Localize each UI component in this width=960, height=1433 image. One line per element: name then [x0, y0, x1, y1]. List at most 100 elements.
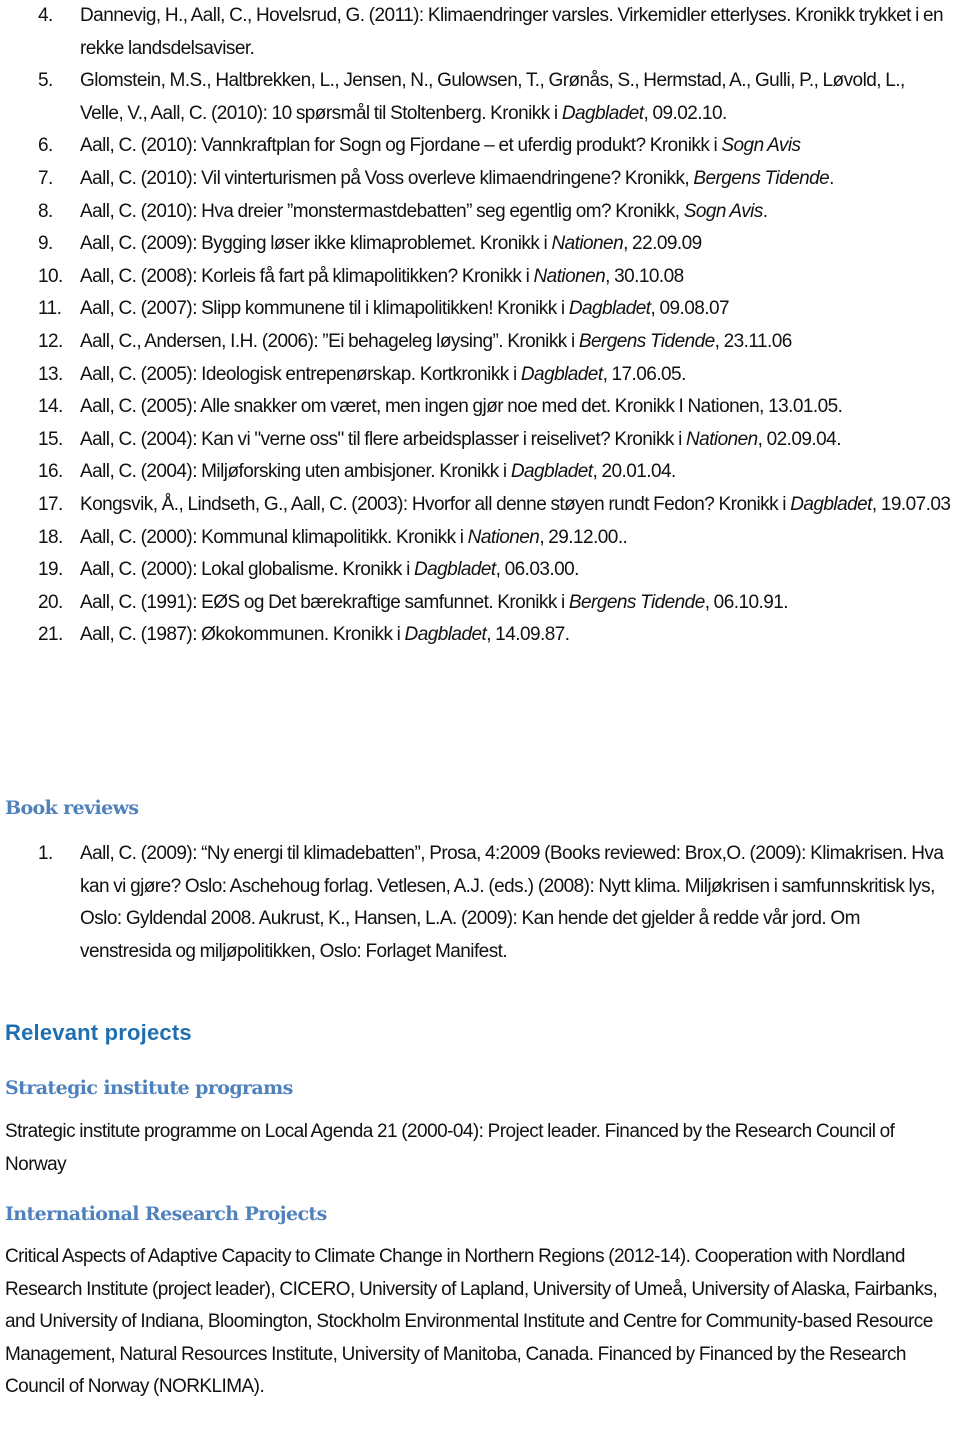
- list-item: 19. Aall, C. (2000): Lokal globalisme. Kr…: [0, 554, 960, 587]
- citation-text: , 30.10.08: [605, 265, 684, 287]
- list-item-text: Aall, C., Andersen, I.H. (2006): ”Ei beh…: [80, 331, 792, 352]
- list-item-text: Aall, C. (2009): Bygging løser ikke klim…: [80, 233, 702, 254]
- list-item-number: 18.: [38, 526, 63, 548]
- list-item-text: Aall, C. (2005): Alle snakker om været, …: [80, 396, 843, 418]
- list-item-text: Aall, C. (2009): “Ny energi til klimadeb…: [80, 843, 944, 962]
- chronicle-list: 4. Dannevig, H., Aall, C., Hovelsrud, G. …: [0, 0, 960, 652]
- list-item-text: Aall, C. (1987): Økokommunen. Kronikk i …: [80, 624, 570, 646]
- list-item-text: Aall, C. (2008): Korleis få fart på klim…: [80, 266, 684, 287]
- relevant-projects-heading: Relevant projects: [5, 1020, 192, 1045]
- list-item: 10. Aall, C. (2008): Korleis få fart på k…: [0, 261, 960, 294]
- list-item-number: 12.: [38, 330, 63, 352]
- citation-text: Aall, C. (2005): Ideologisk entrepenørsk…: [80, 363, 521, 385]
- citation-text: Aall, C. (2000): Lokal globalisme. Kroni…: [80, 559, 414, 581]
- citation-text: .: [829, 167, 834, 189]
- list-item-number: 1.: [38, 843, 53, 864]
- publication-name: Dagbladet: [790, 493, 872, 515]
- citation-text: Aall, C. (2000): Kommunal klimapolitikk.…: [80, 526, 468, 548]
- citation-text: Aall, C. (1991): EØS og Det bærekraftige…: [80, 591, 569, 613]
- citation-text: Glomstein, M.S., Haltbrekken, L., Jensen…: [80, 70, 905, 124]
- publication-name: Dagbladet: [568, 298, 651, 320]
- list-item-text: Kongsvik, Å., Lindseth, G., Aall, C. (20…: [80, 493, 951, 515]
- book-review-list: 1. Aall, C. (2009): “Ny energi til klimad…: [0, 838, 960, 968]
- list-item: 6. Aall, C. (2010): Vannkraftplan for Sog…: [0, 130, 960, 163]
- citation-text: Aall, C. (1987): Økokommunen. Kronikk i: [80, 624, 405, 646]
- citation-text: , 19.07.03: [871, 493, 951, 515]
- citation-text: Aall, C. (2010): Vannkraftplan for Sogn …: [80, 135, 722, 157]
- list-item-text: Dannevig, H., Aall, C., Hovelsrud, G. (2…: [80, 5, 944, 59]
- list-item-text: Aall, C. (2010): Vil vinterturismen på V…: [80, 168, 834, 189]
- list-item: 15. Aall, C. (2004): Kan vi "verne oss" t…: [0, 424, 960, 457]
- list-item-text: Aall, C. (2005): Ideologisk entrepenørsk…: [80, 364, 686, 385]
- list-item-number: 5.: [38, 70, 53, 92]
- list-item-number: 9.: [38, 233, 53, 255]
- list-item-number: 13.: [38, 363, 63, 385]
- publication-name: Dagbladet: [520, 363, 603, 385]
- publication-name: Sogn Avis: [683, 200, 764, 222]
- list-item: 1. Aall, C. (2009): “Ny energi til klimad…: [0, 838, 960, 968]
- citation-text: Aall, C., Andersen, I.H. (2006): ”Ei beh…: [80, 330, 579, 352]
- citation-text: , 06.10.91.: [704, 591, 789, 613]
- citation-text: , 02.09.04.: [757, 428, 842, 450]
- book-reviews-heading: Book reviews: [5, 797, 139, 819]
- publication-name: Dagbladet: [404, 624, 487, 646]
- citation-text: , 09.02.10.: [643, 102, 728, 124]
- list-item-text: Aall, C. (2000): Lokal globalisme. Kroni…: [80, 559, 579, 580]
- citation-text: , 14.09.87.: [486, 624, 570, 646]
- list-item-number: 21.: [38, 624, 63, 646]
- list-item-number: 20.: [38, 591, 63, 613]
- publication-name: Dagbladet: [510, 461, 593, 483]
- list-item: 14. Aall, C. (2005): Alle snakker om være…: [0, 391, 960, 424]
- citation-text: Aall, C. (2010): Vil vinterturismen på V…: [80, 167, 694, 189]
- citation-text: , 09.08.07: [650, 298, 730, 320]
- list-item-number: 8.: [38, 200, 53, 222]
- list-item-number: 11.: [38, 298, 62, 320]
- list-item: 8. Aall, C. (2010): Hva dreier ”monsterma…: [0, 196, 960, 229]
- citation-text: Aall, C. (2004): Kan vi "verne oss" til …: [80, 428, 687, 450]
- list-item: 20. Aall, C. (1991): EØS og Det bærekraft…: [0, 587, 960, 620]
- list-item-text: Aall, C. (2004): Miljøforsking uten ambi…: [80, 461, 676, 482]
- list-item-text: Glomstein, M.S., Haltbrekken, L., Jensen…: [80, 70, 905, 124]
- list-item: 5. Glomstein, M.S., Haltbrekken, L., Jens…: [0, 65, 960, 130]
- list-item: 21. Aall, C. (1987): Økokommunen. Kronikk…: [0, 619, 960, 652]
- citation-text: , 06.03.00.: [495, 559, 580, 581]
- strategic-programs-text: Strategic institute programme on Local A…: [5, 1121, 895, 1175]
- list-item-text: Aall, C. (1991): EØS og Det bærekraftige…: [80, 591, 789, 613]
- publication-name: Bergens Tidende: [578, 330, 715, 352]
- list-item-text: Aall, C. (2010): Vannkraftplan for Sogn …: [80, 135, 801, 157]
- citation-text: , 22.09.09: [623, 233, 702, 255]
- list-item-text: Aall, C. (2010): Hva dreier ”monstermast…: [80, 201, 768, 222]
- strategic-programs-heading: Strategic institute programs: [5, 1077, 293, 1099]
- citation-text: Aall, C. (2010): Hva dreier ”monstermast…: [80, 200, 684, 222]
- citation-text: Aall, C. (2005): Alle snakker om været, …: [80, 396, 843, 418]
- citation-text: , 20.01.04.: [592, 461, 677, 483]
- list-item-number: 15.: [38, 428, 63, 450]
- list-item-text: Aall, C. (2007): Slipp kommunene til i k…: [80, 298, 730, 320]
- citation-text: , 29.12.00..: [539, 526, 628, 548]
- citation-text: Aall, C. (2008): Korleis få fart på klim…: [80, 265, 534, 287]
- list-item: 11. Aall, C. (2007): Slipp kommunene til …: [0, 293, 960, 326]
- citation-text: , 17.06.05.: [602, 363, 687, 385]
- citation-text: Aall, C. (2009): Bygging løser ikke klim…: [80, 233, 552, 255]
- list-item-number: 10.: [38, 265, 63, 287]
- citation-text: Aall, C. (2009): “Ny energi til klimadeb…: [80, 843, 944, 962]
- list-item-number: 14.: [38, 396, 63, 418]
- citation-text: .: [762, 200, 768, 222]
- publication-name: Bergens Tidende: [693, 167, 830, 189]
- list-item-number: 19.: [38, 559, 63, 581]
- international-projects-text: Critical Aspects of Adaptive Capacity to…: [5, 1246, 938, 1398]
- publication-name: Nationen: [551, 233, 624, 255]
- publication-name: Bergens Tidende: [568, 591, 705, 613]
- list-item: 9. Aall, C. (2009): Bygging løser ikke kl…: [0, 228, 960, 261]
- list-item: 13. Aall, C. (2005): Ideologisk entrepenø…: [0, 359, 960, 392]
- publication-name: Dagbladet: [413, 559, 496, 581]
- list-item: 12. Aall, C., Andersen, I.H. (2006): ”Ei …: [0, 326, 960, 359]
- publication-name: Sogn Avis: [721, 135, 801, 157]
- list-item: 18. Aall, C. (2000): Kommunal klimapoliti…: [0, 522, 960, 555]
- citation-text: , 23.11.06: [714, 330, 793, 352]
- list-item-number: 7.: [38, 167, 53, 189]
- list-item: 7. Aall, C. (2010): Vil vinterturismen på…: [0, 163, 960, 196]
- list-item: 16. Aall, C. (2004): Miljøforsking uten a…: [0, 456, 960, 489]
- international-projects-heading: International Research Projects: [5, 1203, 327, 1225]
- list-item-number: 17.: [38, 493, 63, 515]
